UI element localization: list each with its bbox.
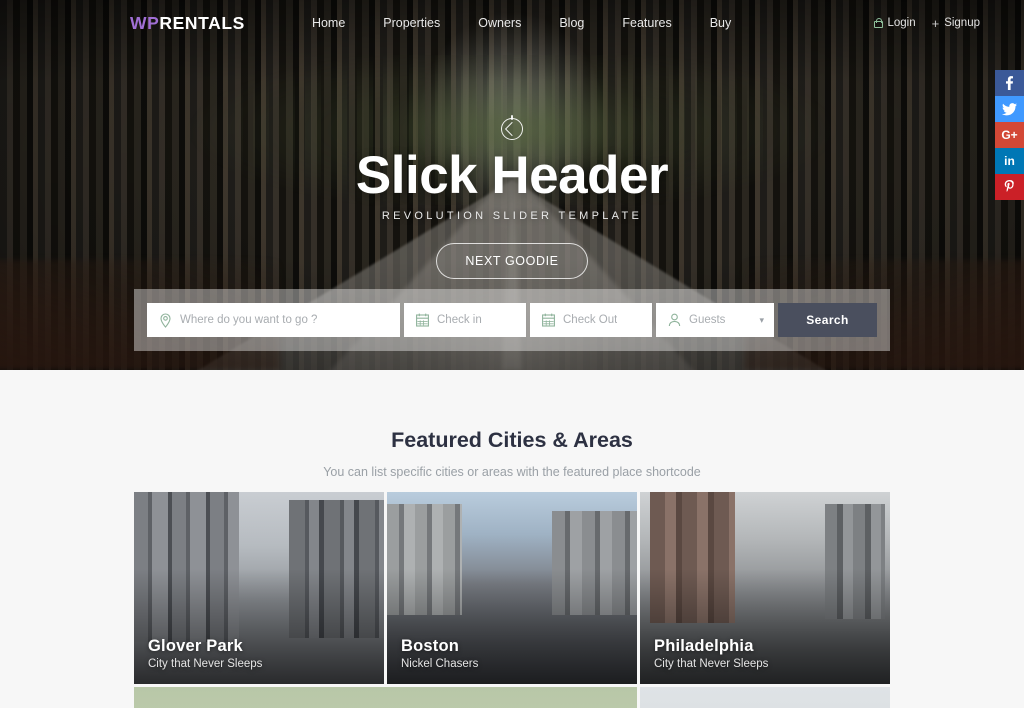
nav-item-home[interactable]: Home <box>293 16 364 30</box>
city-card[interactable] <box>640 687 890 708</box>
google-plus-icon[interactable]: G+ <box>995 122 1024 148</box>
section-title: Featured Cities & Areas <box>391 428 633 452</box>
top-navigation-bar: WPRENTALS Home Properties Owners Blog Fe… <box>0 0 1024 46</box>
city-name: Glover Park <box>148 637 243 655</box>
city-description: Nickel Chasers <box>401 658 479 670</box>
main-menu: Home Properties Owners Blog Features Buy <box>293 16 750 30</box>
nav-item-buy[interactable]: Buy <box>691 16 751 30</box>
nav-item-blog[interactable]: Blog <box>540 16 603 30</box>
search-bar: Where do you want to go ? Check in Check… <box>134 289 890 351</box>
nav-item-properties[interactable]: Properties <box>364 16 459 30</box>
city-name: Philadelphia <box>654 637 754 655</box>
hero-title: Slick Header <box>355 146 669 205</box>
city-description: City that Never Sleeps <box>654 658 769 670</box>
hero-banner: WPRENTALS Home Properties Owners Blog Fe… <box>0 0 1024 370</box>
twitter-icon[interactable] <box>995 96 1024 122</box>
chevron-down-icon: ▾ <box>759 314 764 325</box>
calendar-icon <box>542 313 555 327</box>
city-card[interactable] <box>134 687 637 708</box>
plus-icon: + <box>931 15 940 31</box>
pinterest-glyph <box>1004 180 1014 192</box>
featured-cities-grid: Glover Park City that Never Sleeps Bosto… <box>134 492 890 708</box>
checkout-field[interactable]: Check Out <box>530 303 652 337</box>
logo-rentals-text: RENTALS <box>159 12 245 33</box>
guests-select[interactable]: Guests ▾ <box>656 303 774 337</box>
destination-field[interactable]: Where do you want to go ? <box>147 303 400 337</box>
facebook-glyph <box>1006 76 1013 90</box>
linkedin-glyph: in <box>1004 154 1015 168</box>
login-link[interactable]: Login <box>865 17 923 29</box>
city-card[interactable]: Glover Park City that Never Sleeps <box>134 492 384 684</box>
signup-link[interactable]: + Signup <box>924 17 988 30</box>
compass-icon <box>501 118 523 140</box>
city-photo <box>640 687 890 708</box>
featured-cities-section: Featured Cities & Areas You can list spe… <box>0 370 1024 708</box>
destination-placeholder: Where do you want to go ? <box>180 314 318 326</box>
user-menu: Login + Signup <box>865 0 988 46</box>
guests-placeholder: Guests <box>689 314 726 326</box>
logo-wp-text: WP <box>130 12 160 33</box>
twitter-glyph <box>1002 102 1017 115</box>
lock-icon <box>873 18 884 28</box>
card-caption: Philadelphia City that Never Sleeps <box>654 637 768 670</box>
linkedin-icon[interactable]: in <box>995 148 1024 174</box>
site-logo[interactable]: WPRENTALS <box>130 13 245 34</box>
person-icon <box>668 313 681 327</box>
social-share-rail: G+ in <box>995 70 1024 200</box>
nav-item-owners[interactable]: Owners <box>459 16 540 30</box>
nav-item-features[interactable]: Features <box>603 16 690 30</box>
next-goodie-button[interactable]: NEXT GOODIE <box>436 242 588 279</box>
map-pin-icon <box>160 312 171 328</box>
signup-label: Signup <box>944 17 980 29</box>
card-caption: Boston Nickel Chasers <box>401 637 478 670</box>
checkin-placeholder: Check in <box>437 314 482 326</box>
login-label: Login <box>887 17 916 29</box>
pinterest-icon[interactable] <box>995 174 1024 200</box>
calendar-icon <box>416 313 429 327</box>
city-description: City that Never Sleeps <box>148 658 263 670</box>
google-plus-glyph: G+ <box>1001 128 1018 142</box>
section-subtitle: You can list specific cities or areas wi… <box>323 465 701 479</box>
card-caption: Glover Park City that Never Sleeps <box>148 637 262 670</box>
city-card[interactable]: Philadelphia City that Never Sleeps <box>640 492 890 684</box>
city-photo <box>134 687 637 708</box>
page-root: WPRENTALS Home Properties Owners Blog Fe… <box>0 0 1024 708</box>
search-button[interactable]: Search <box>778 303 877 337</box>
city-card[interactable]: Boston Nickel Chasers <box>387 492 637 684</box>
checkout-placeholder: Check Out <box>563 314 618 326</box>
checkin-field[interactable]: Check in <box>404 303 526 337</box>
hero-content: Slick Header REVOLUTION SLIDER TEMPLATE … <box>0 118 1024 279</box>
facebook-icon[interactable] <box>995 70 1024 96</box>
hero-subtitle: REVOLUTION SLIDER TEMPLATE <box>381 209 643 222</box>
city-name: Boston <box>401 637 460 655</box>
